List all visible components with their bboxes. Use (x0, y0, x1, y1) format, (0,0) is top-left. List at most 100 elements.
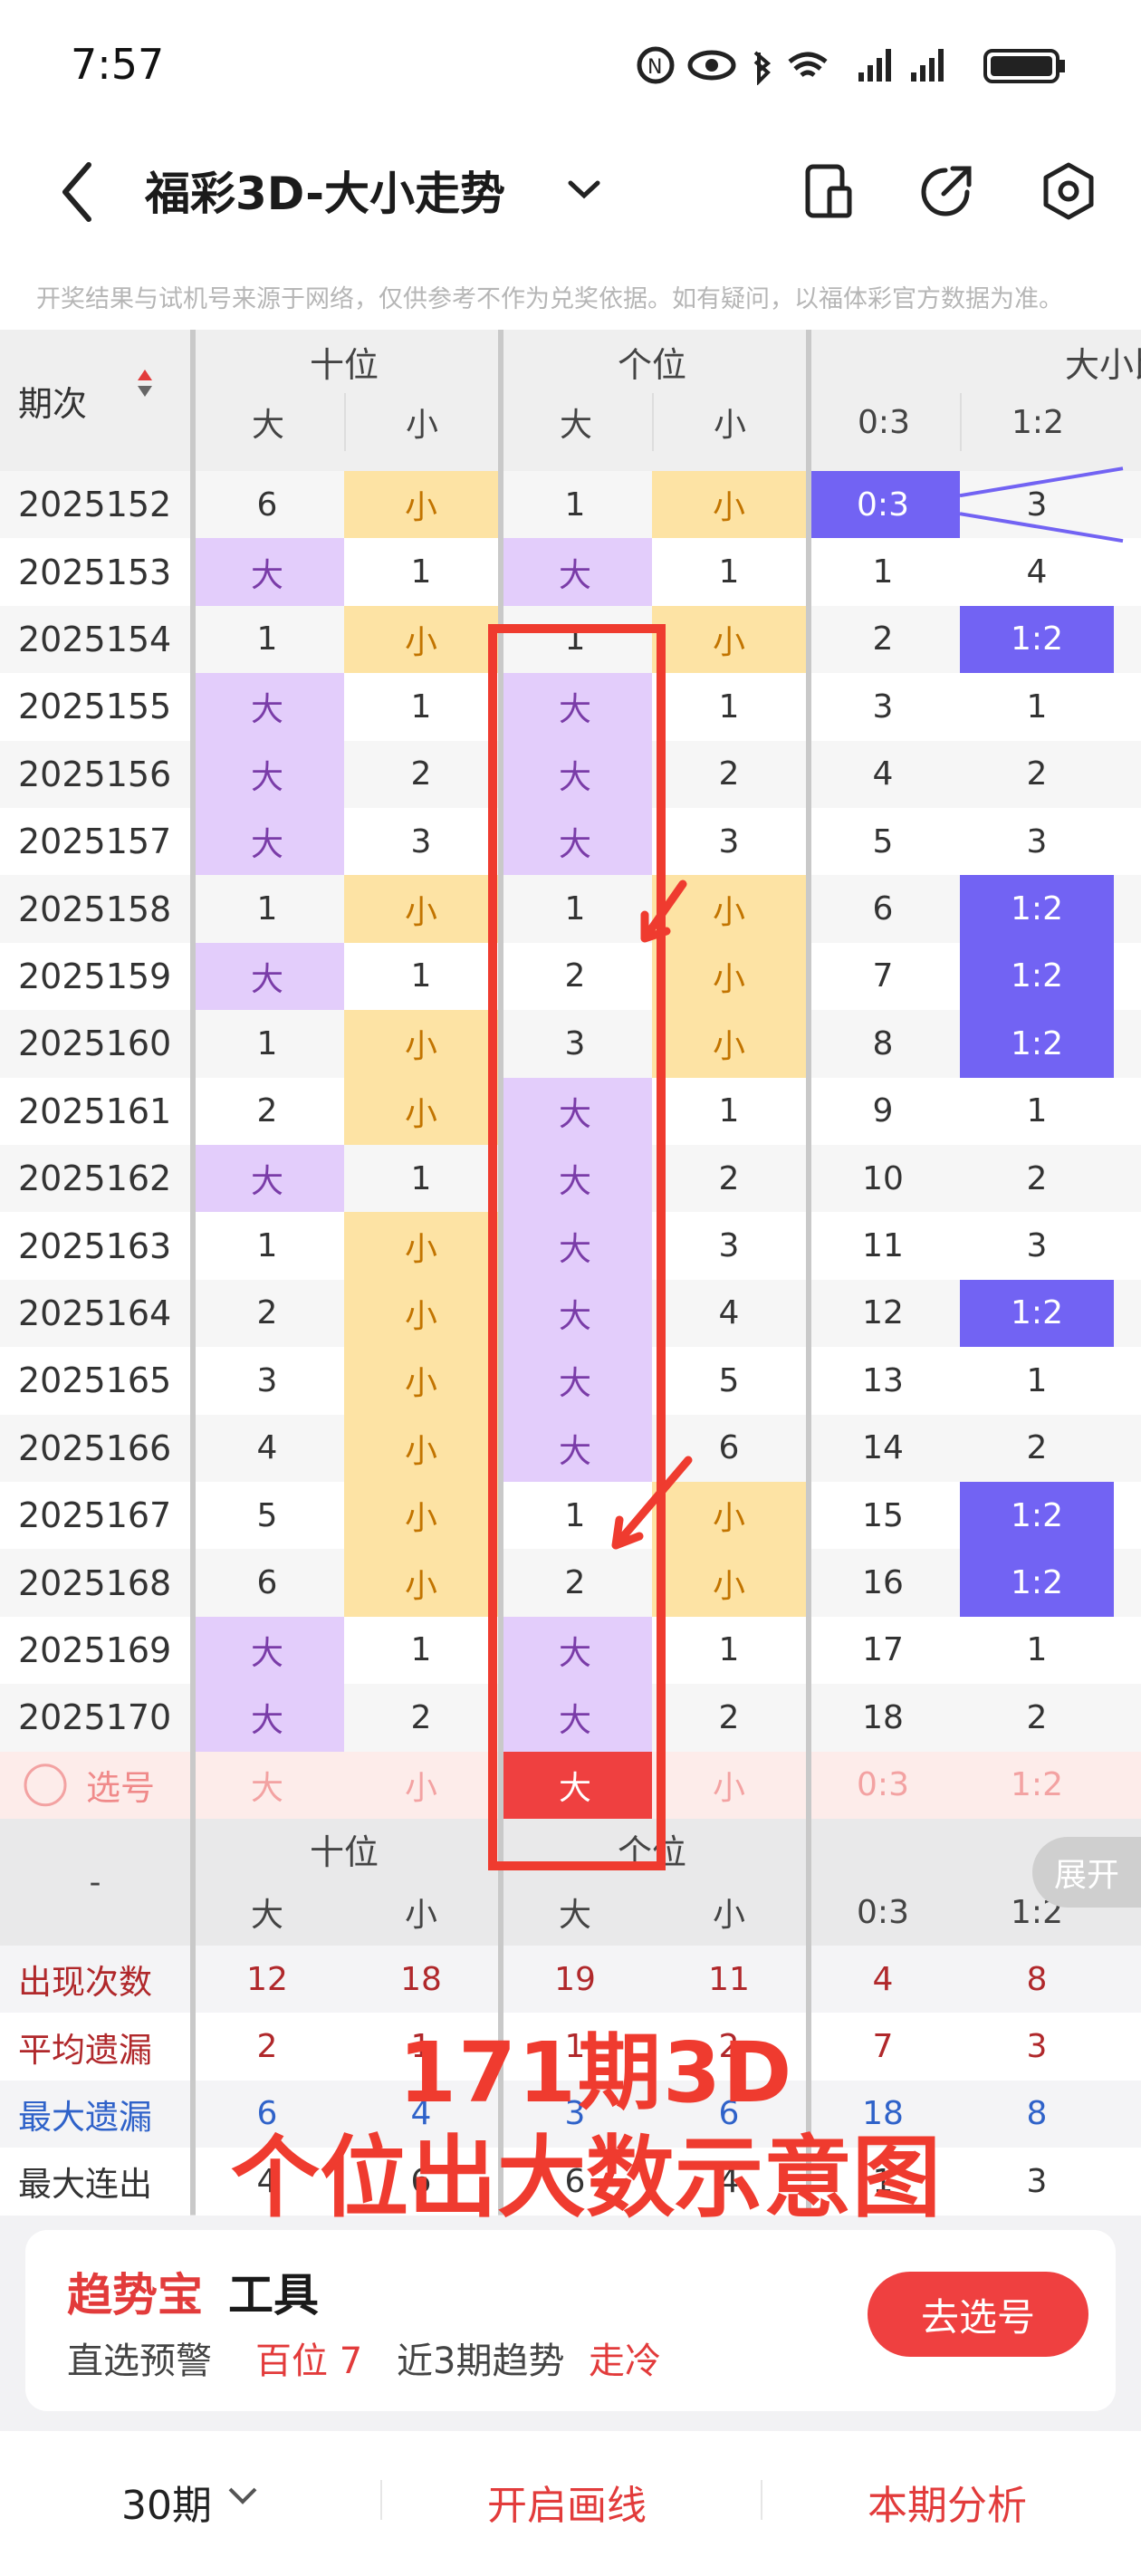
stats-label: 最大遗漏 (18, 2097, 152, 2137)
table-cell: 1 (564, 890, 586, 928)
table-cell: 2 (1026, 755, 1048, 793)
alert-label: 直选预警 (67, 2341, 212, 2382)
stats-value: 19 (554, 1960, 596, 1998)
table-cell: 大 (498, 1347, 652, 1415)
nfc-icon: N (637, 46, 675, 84)
table-cell: 1 (256, 620, 278, 658)
settings-icon[interactable] (1037, 159, 1100, 223)
table-cell: 1 (410, 553, 432, 591)
phone-screen-icon[interactable] (797, 159, 860, 223)
status-icons: N (637, 46, 1065, 85)
sub-header: 1:2 (960, 393, 1114, 451)
table-cell: 2 (718, 1698, 740, 1736)
table-cell: 1:2 (960, 605, 1114, 674)
table-cell: 5 (256, 1496, 278, 1534)
table-cell: 小 (344, 1414, 498, 1482)
table-cell: 小 (344, 1279, 498, 1348)
chevron-down-icon[interactable] (225, 2482, 261, 2509)
table-cell: 小 (652, 1549, 806, 1617)
table-cell: 4 (718, 1294, 740, 1332)
table-cell: 2 (564, 957, 586, 995)
periods-selector[interactable]: 30期 (121, 2473, 212, 2531)
footer-sub-header: 小 (712, 1897, 745, 1934)
table-cell: 大 (498, 1684, 652, 1752)
table-cell: 大 (498, 1212, 652, 1280)
period-cell: 2025153 (18, 552, 172, 592)
expand-button[interactable]: 展开 (1032, 1837, 1141, 1908)
table-cell: 3 (410, 822, 432, 860)
svg-text:N: N (647, 56, 662, 79)
table-cell: 6 (872, 890, 894, 928)
trend-card-subtitle: 工具 (228, 2269, 319, 2321)
table-cell: 9 (872, 1092, 894, 1130)
select-cell[interactable]: 大 (190, 1752, 344, 1819)
table-cell: 2 (256, 1294, 278, 1332)
table-cell: 1 (410, 687, 432, 726)
table-cell: 16 (862, 1564, 904, 1602)
wifi-icon (788, 52, 828, 77)
table-cell: 大 (190, 1616, 344, 1685)
table-cell: 大 (498, 673, 652, 741)
table-cell: 小 (344, 471, 498, 539)
table-cell: 14 (862, 1429, 904, 1467)
stats-value: 3 (1026, 2162, 1048, 2200)
chevron-down-icon[interactable] (561, 163, 607, 217)
annotation-line2: 个位出大数示意图 (231, 2127, 942, 2230)
select-label[interactable]: 选号 (0, 1752, 190, 1819)
period-cell: 2025170 (18, 1697, 172, 1738)
period-cell: 2025164 (18, 1293, 172, 1333)
table-cell: 大 (498, 740, 652, 808)
nav-divider (380, 2480, 382, 2520)
table-cell: 1 (564, 620, 586, 658)
table-cell: 小 (652, 875, 806, 943)
stats-value: 3 (1026, 2028, 1048, 2066)
table-cell: 11 (862, 1227, 904, 1265)
period-header[interactable]: 期次 (0, 330, 190, 471)
back-icon[interactable] (53, 156, 107, 228)
stats-value: 4 (872, 1960, 894, 1998)
select-cell[interactable]: 1:2 (960, 1752, 1114, 1819)
stats-value: 8 (1026, 2095, 1048, 2133)
table-cell: 1:2 (960, 875, 1114, 943)
table-cell: 3 (718, 822, 740, 860)
footer-sub-header: 小 (404, 1897, 437, 1934)
table-cell: 2 (1026, 1429, 1048, 1467)
share-icon[interactable] (915, 159, 978, 223)
table-cell: 1:2 (960, 1010, 1114, 1078)
table-cell: 1:2 (960, 1279, 1114, 1348)
trend-label: 近3期趋势 (397, 2341, 565, 2382)
period-cell: 2025154 (18, 619, 172, 659)
table-cell: 2 (256, 1092, 278, 1130)
select-cell[interactable]: 大 (498, 1751, 652, 1819)
footer-sub-header: 大 (558, 1897, 591, 1934)
group-header-ones: 个位 (617, 344, 686, 385)
period-cell: 2025159 (18, 956, 172, 996)
table-cell: 10 (862, 1159, 904, 1197)
table-cell: 小 (344, 605, 498, 674)
table-cell: 8 (872, 1024, 894, 1062)
bluetooth-icon (753, 51, 772, 85)
table-cell: 1 (872, 553, 894, 591)
table-cell: 4 (872, 755, 894, 793)
table-cell: 6 (718, 1429, 740, 1467)
period-cell: 2025157 (18, 822, 172, 862)
table-cell: 1 (564, 485, 586, 524)
stats-value: 2 (256, 2028, 278, 2066)
page-title[interactable]: 福彩3D-大小走势 (145, 158, 505, 223)
table-cell: 小 (652, 605, 806, 674)
period-cell: 2025165 (18, 1360, 172, 1401)
select-cell[interactable]: 小 (652, 1752, 806, 1819)
period-cell: 2025155 (18, 687, 172, 727)
table-cell: 1 (410, 1631, 432, 1669)
period-cell: 2025156 (18, 754, 172, 794)
draw-line-button[interactable]: 开启画线 (487, 2473, 647, 2531)
select-cell[interactable]: 0:3 (806, 1752, 960, 1819)
table-cell: 1:2 (960, 1549, 1114, 1617)
table-cell: 1 (256, 890, 278, 928)
footer-sub-header: 大 (250, 1897, 283, 1934)
analysis-button[interactable]: 本期分析 (868, 2473, 1027, 2531)
table-cell: 小 (344, 1010, 498, 1078)
table-cell: 2 (410, 755, 432, 793)
go-select-button[interactable]: 去选号 (868, 2272, 1088, 2357)
select-cell[interactable]: 小 (344, 1752, 498, 1819)
